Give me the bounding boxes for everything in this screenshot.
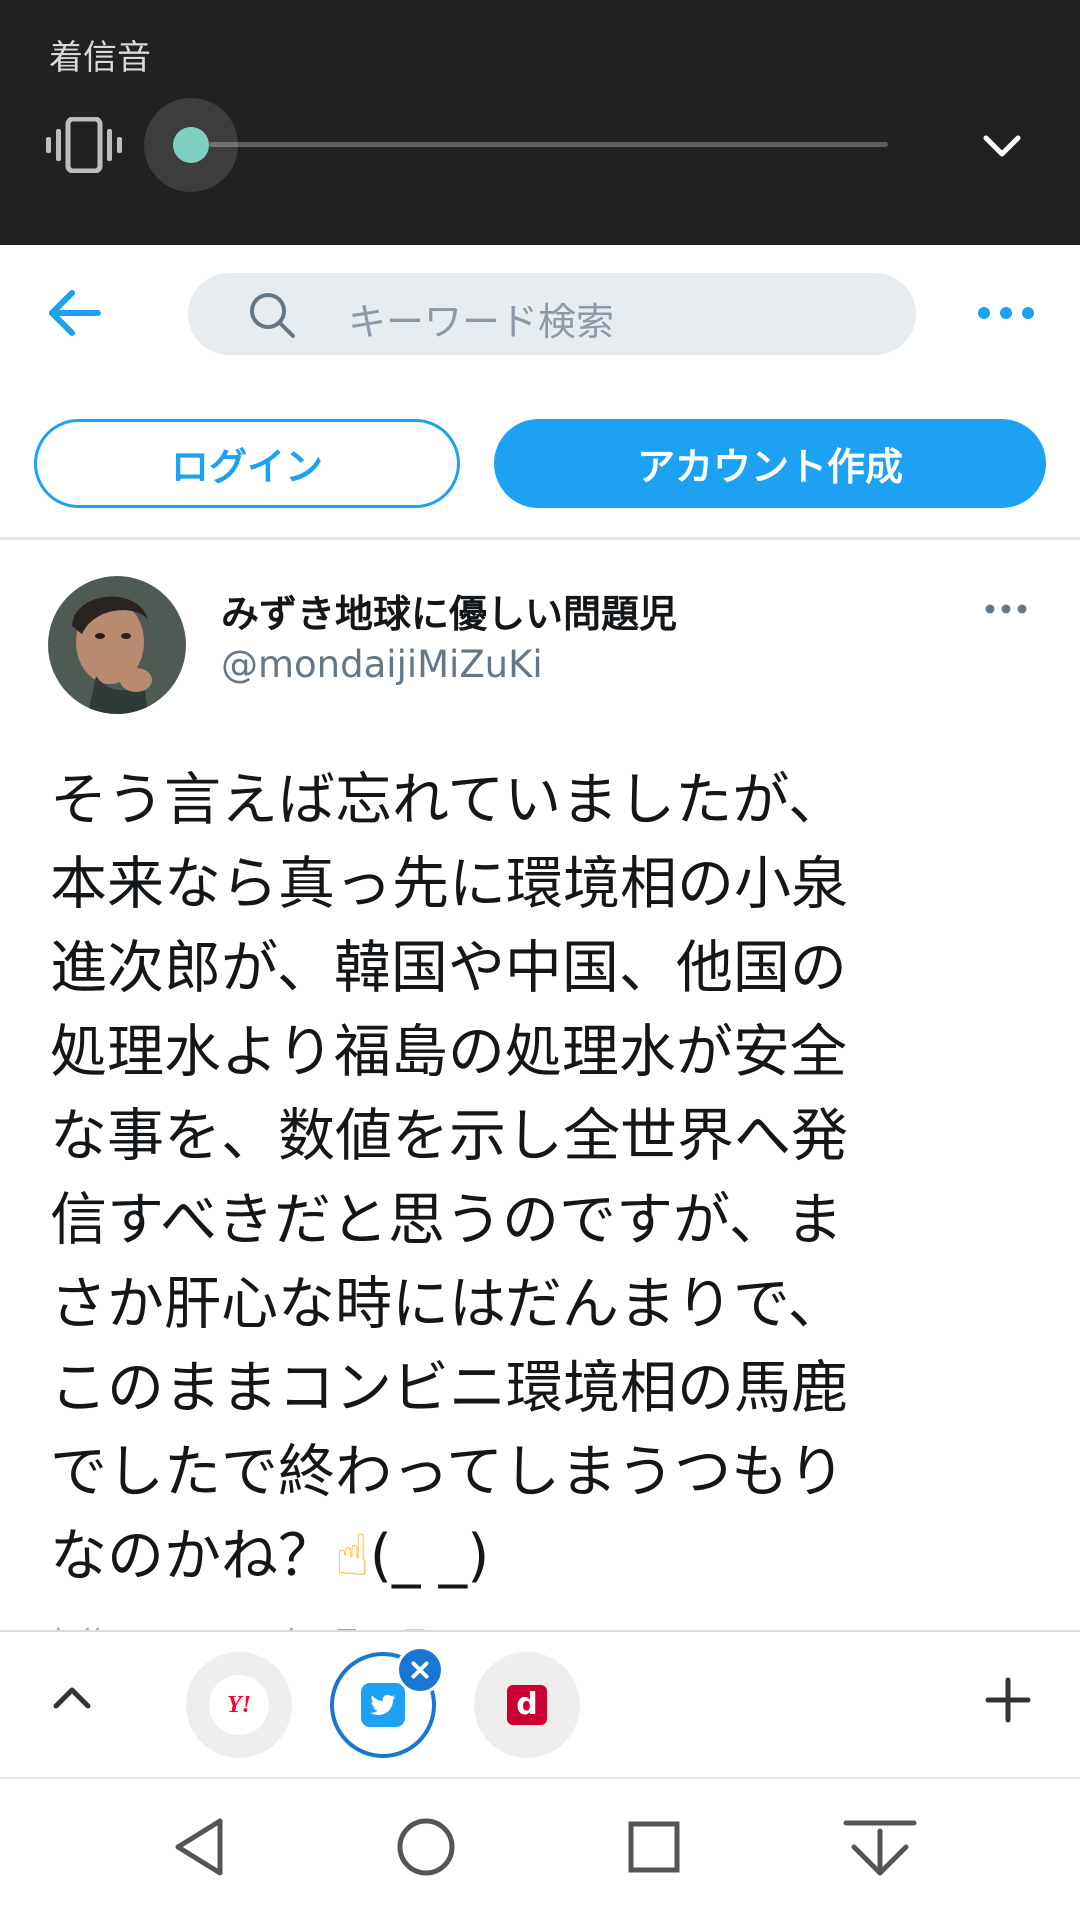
author-handle[interactable]: @mondaijiMiZuKi — [221, 643, 543, 686]
tweet-line-last: なのかね？☝(_ _) — [50, 1514, 1000, 1598]
tweet-line: さか肝心な時にはだんまりで、 — [50, 1271, 845, 1337]
browser-tab-bar: Y! d — [0, 1630, 1080, 1775]
search-input[interactable]: キーワード検索 — [188, 273, 916, 355]
volume-slider-track[interactable] — [209, 142, 888, 147]
tab-docomo[interactable]: d — [474, 1652, 580, 1758]
tweet-text: そう言えば忘れていましたが、 本来なら真っ先に環境相の小泉 進次郎が、韓国や中国… — [50, 758, 1000, 1598]
close-tab-icon[interactable] — [396, 1646, 444, 1694]
tweet-line: このままコンビニ環境相の馬鹿 — [50, 1355, 848, 1421]
tweet-last-text: なのかね？ — [50, 1523, 335, 1589]
search-placeholder: キーワード検索 — [348, 300, 615, 344]
pointing-up-emoji: ☝ — [335, 1523, 370, 1589]
tweet-last-suffix: (_ _) — [369, 1523, 490, 1589]
nav-recents-icon[interactable] — [627, 1820, 681, 1874]
tweet-line: 進次郎が、韓国や中国、他国の — [50, 935, 847, 1001]
author-name[interactable]: みずき地球に優しい問題児 — [221, 583, 677, 638]
chevron-down-icon[interactable] — [982, 128, 1022, 162]
search-icon — [250, 293, 295, 338]
tweet-line: な事を、数値を示し全世界へ発 — [50, 1103, 848, 1169]
nav-home-icon[interactable] — [396, 1817, 456, 1877]
tab-yahoo[interactable]: Y! — [186, 1652, 292, 1758]
volume-slider-thumb[interactable] — [173, 127, 209, 163]
tweet-line: 本来なら真っ先に環境相の小泉 — [50, 851, 848, 917]
login-button[interactable]: ログイン — [34, 419, 460, 508]
back-arrow-icon[interactable] — [48, 288, 102, 338]
tweet-more-icon[interactable] — [984, 594, 1028, 624]
yahoo-logo-icon: Y! — [209, 1675, 269, 1735]
chevron-up-icon[interactable] — [52, 1680, 92, 1716]
volume-panel: 着信音 — [0, 0, 1080, 245]
divider — [0, 537, 1080, 540]
system-nav-bar — [0, 1777, 1080, 1920]
nav-back-icon[interactable] — [172, 1815, 226, 1879]
tweet-line: 処理水より福島の処理水が安全 — [50, 1019, 847, 1085]
tweet-line: 信すべきだと思うのですが、ま — [50, 1187, 843, 1253]
more-options-icon[interactable] — [976, 296, 1036, 330]
volume-title: 着信音 — [49, 38, 151, 78]
tweet-line: そう言えば忘れていましたが、 — [50, 767, 846, 833]
tweet-line: でしたで終わってしまうつもり — [50, 1439, 846, 1505]
docomo-logo-icon: d — [507, 1685, 547, 1725]
avatar[interactable] — [48, 576, 186, 714]
nav-hide-icon[interactable] — [842, 1817, 918, 1879]
create-account-button[interactable]: アカウント作成 — [494, 419, 1046, 508]
twitter-logo-icon — [361, 1683, 405, 1727]
plus-icon[interactable] — [985, 1677, 1031, 1723]
screen: 着信音 キーワード検索 ログイン アカウント作成 みずき地球に優しい問題児 @m… — [0, 0, 1080, 1920]
vibrate-icon[interactable] — [46, 117, 122, 173]
